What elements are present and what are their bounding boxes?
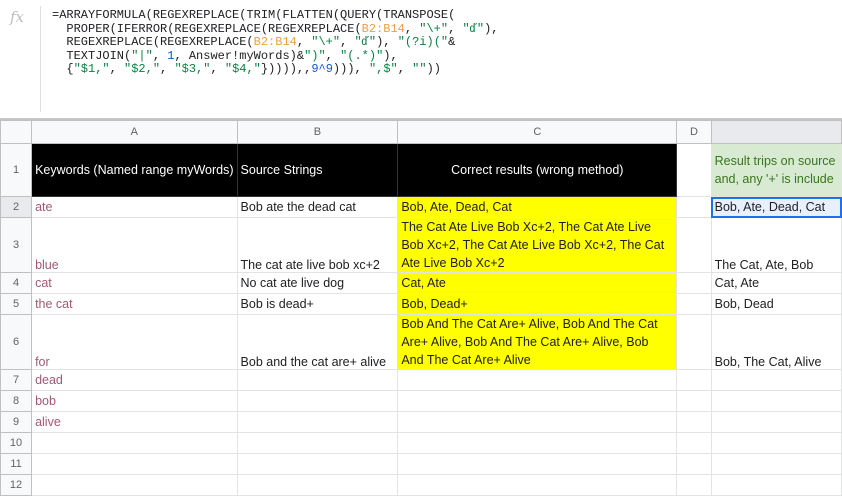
result-cell[interactable]: The Cat, Ate, Bob: [710, 217, 842, 273]
header-cell-correct-results[interactable]: Correct results (wrong method): [397, 143, 678, 197]
result-cell[interactable]: Bob, The Cat, Alive: [710, 314, 842, 370]
result-cell[interactable]: Cat, Ate: [710, 272, 842, 294]
empty-cell[interactable]: [676, 432, 712, 454]
select-all-corner[interactable]: [0, 120, 33, 144]
empty-cell[interactable]: [676, 390, 712, 412]
source-cell[interactable]: Bob ate the dead cat: [236, 196, 399, 218]
empty-cell[interactable]: [397, 432, 678, 454]
source-cell[interactable]: The cat ate live bob xc+2: [236, 217, 399, 273]
empty-cell[interactable]: [236, 432, 399, 454]
row-header-5[interactable]: 5: [0, 293, 33, 315]
fx-icon: fx: [10, 8, 25, 26]
empty-cell[interactable]: [397, 369, 678, 391]
formula-text[interactable]: =ARRAYFORMULA(REGEXREPLACE(TRIM(FLATTEN(…: [52, 8, 499, 77]
keyword-cell[interactable]: alive: [31, 411, 238, 433]
empty-cell[interactable]: [31, 474, 238, 496]
header-cell-keywords[interactable]: Keywords (Named range myWords): [31, 143, 238, 197]
row-header-9[interactable]: 9: [0, 411, 33, 433]
empty-cell[interactable]: [710, 369, 842, 391]
empty-cell[interactable]: [710, 432, 842, 454]
column-header-b[interactable]: B: [236, 120, 399, 144]
correct-result-cell[interactable]: Bob, Dead+: [397, 293, 678, 315]
row-header-6[interactable]: 6: [0, 314, 33, 370]
row-header-11[interactable]: 11: [0, 453, 33, 475]
empty-cell[interactable]: [236, 390, 399, 412]
row-header-8[interactable]: 8: [0, 390, 33, 412]
correct-result-cell[interactable]: The Cat Ate Live Bob Xc+2, The Cat Ate L…: [397, 217, 678, 273]
empty-cell[interactable]: [397, 411, 678, 433]
row-header-10[interactable]: 10: [0, 432, 33, 454]
row-header-4[interactable]: 4: [0, 272, 33, 294]
row-header-12[interactable]: 12: [0, 474, 33, 496]
header-cell-result-trips[interactable]: Result trips on source and, any '+' is i…: [710, 143, 842, 197]
empty-cell[interactable]: [397, 474, 678, 496]
source-cell[interactable]: No cat ate live dog: [236, 272, 399, 294]
source-cell[interactable]: Bob is dead+: [236, 293, 399, 315]
correct-result-cell[interactable]: Bob, Ate, Dead, Cat: [397, 196, 678, 218]
result-cell-selected[interactable]: Bob, Ate, Dead, Cat: [710, 196, 842, 218]
row-header-3[interactable]: 3: [0, 217, 33, 273]
column-header-c[interactable]: C: [397, 120, 678, 144]
result-cell[interactable]: Bob, Dead: [710, 293, 842, 315]
empty-cell[interactable]: [676, 369, 712, 391]
cell-d[interactable]: [676, 293, 712, 315]
header-cell-source-strings[interactable]: Source Strings: [236, 143, 399, 197]
keyword-cell[interactable]: the cat: [31, 293, 238, 315]
column-header-d[interactable]: D: [676, 120, 712, 144]
formula-bar-divider: [40, 6, 41, 112]
cell-d[interactable]: [676, 272, 712, 294]
spreadsheet-grid: A B C D 1 Keywords (Named range myWords)…: [0, 120, 842, 496]
row-header-7[interactable]: 7: [0, 369, 33, 391]
keyword-cell[interactable]: bob: [31, 390, 238, 412]
empty-cell[interactable]: [676, 474, 712, 496]
cell-d[interactable]: [676, 196, 712, 218]
keyword-cell[interactable]: ate: [31, 196, 238, 218]
empty-cell[interactable]: [676, 453, 712, 475]
row-header-1[interactable]: 1: [0, 143, 33, 197]
empty-cell[interactable]: [236, 474, 399, 496]
cell-d[interactable]: [676, 314, 712, 370]
empty-cell[interactable]: [676, 411, 712, 433]
empty-cell[interactable]: [710, 474, 842, 496]
column-header-a[interactable]: A: [31, 120, 238, 144]
keyword-cell[interactable]: cat: [31, 272, 238, 294]
keyword-cell[interactable]: dead: [31, 369, 238, 391]
keyword-cell[interactable]: for: [31, 314, 238, 370]
correct-result-cell[interactable]: Bob And The Cat Are+ Alive, Bob And The …: [397, 314, 678, 370]
cell-d[interactable]: [676, 217, 712, 273]
empty-cell[interactable]: [397, 453, 678, 475]
correct-result-cell[interactable]: Cat, Ate: [397, 272, 678, 294]
empty-cell[interactable]: [236, 411, 399, 433]
column-header-e[interactable]: [710, 120, 842, 144]
empty-cell[interactable]: [236, 369, 399, 391]
empty-cell[interactable]: [710, 390, 842, 412]
empty-cell[interactable]: [397, 390, 678, 412]
formula-bar[interactable]: fx =ARRAYFORMULA(REGEXREPLACE(TRIM(FLATT…: [0, 0, 842, 118]
row-header-2[interactable]: 2: [0, 196, 33, 218]
empty-cell[interactable]: [710, 411, 842, 433]
source-cell[interactable]: Bob and the cat are+ alive: [236, 314, 399, 370]
keyword-cell[interactable]: blue: [31, 217, 238, 273]
empty-cell[interactable]: [31, 432, 238, 454]
empty-cell[interactable]: [710, 453, 842, 475]
cell-d1[interactable]: [676, 143, 712, 197]
empty-cell[interactable]: [236, 453, 399, 475]
empty-cell[interactable]: [31, 453, 238, 475]
